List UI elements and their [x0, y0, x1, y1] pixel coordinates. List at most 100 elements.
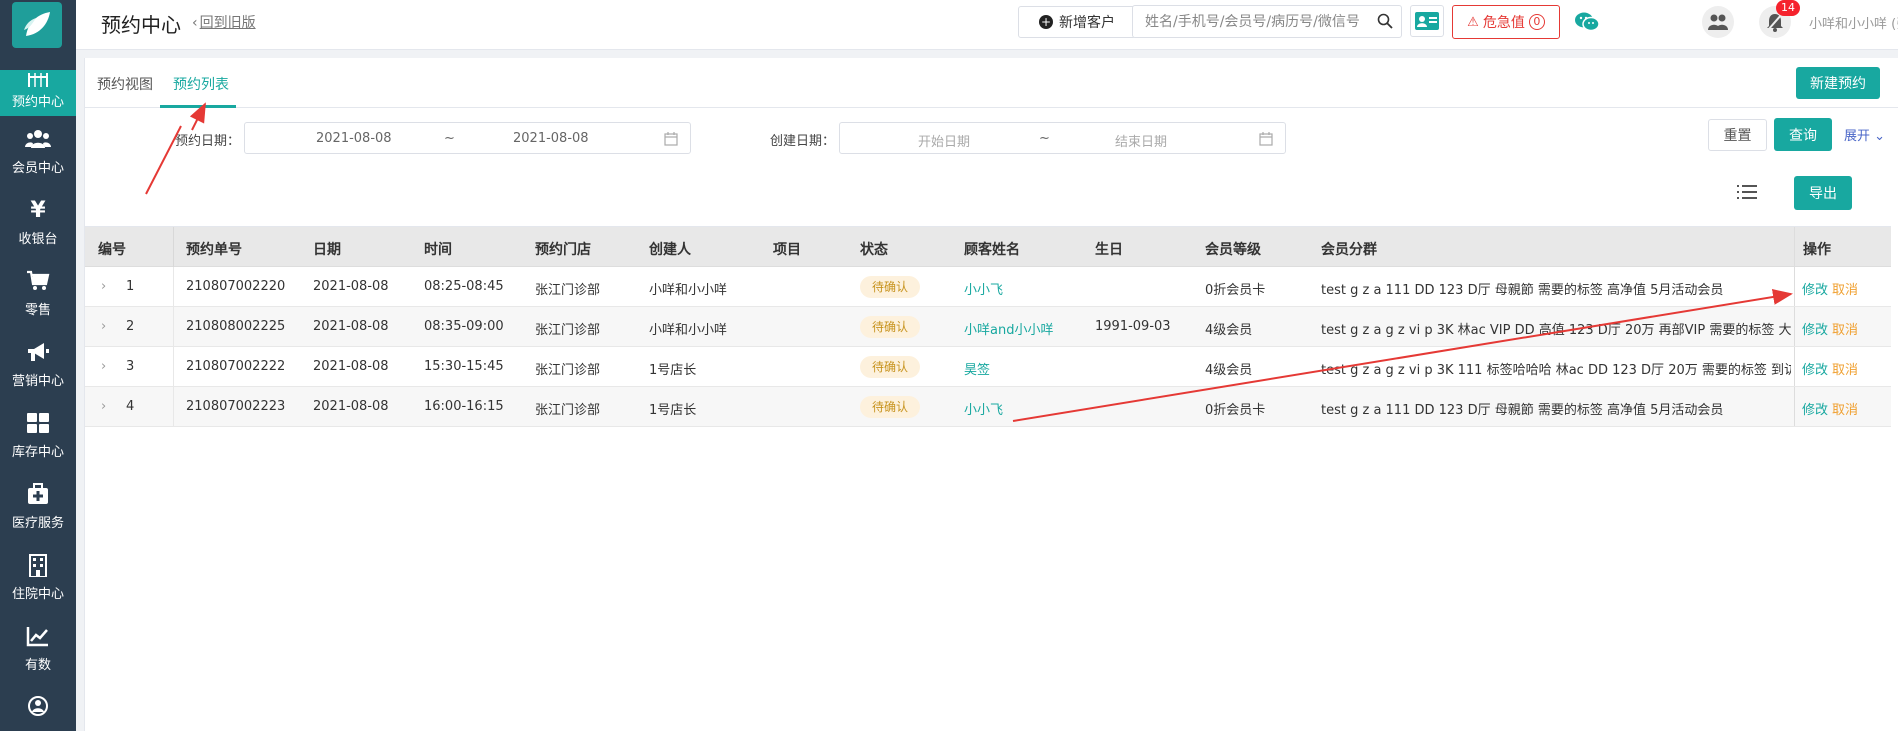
cancel-link[interactable]: 取消: [1832, 399, 1858, 418]
sidebar-item-appointment[interactable]: 预约中心: [0, 70, 76, 116]
cell-date: 2021-08-08: [313, 359, 389, 374]
column-divider: [173, 227, 174, 267]
customer-name-link[interactable]: 小小飞: [964, 279, 1003, 298]
cell-date: 2021-08-08: [313, 399, 389, 414]
chart-icon: [25, 624, 51, 648]
cell-store: 张江门诊部: [535, 323, 601, 338]
column-settings-icon[interactable]: [1737, 184, 1757, 204]
sidebar-item-marketing[interactable]: 营销中心: [0, 329, 76, 400]
back-to-old-version-link[interactable]: ‹ 回到旧版: [192, 12, 256, 32]
create-date-label: 创建日期：: [770, 134, 836, 149]
create-date-range[interactable]: 开始日期 ~ 结束日期: [839, 122, 1286, 154]
cell-order-no: 210807002223: [186, 399, 286, 414]
cell-time: 16:00-16:15: [424, 399, 504, 414]
sidebar-item-members[interactable]: 会员中心: [0, 116, 76, 187]
appointment-date-range[interactable]: 2021-08-08 ~ 2021-08-08: [244, 122, 691, 154]
col-header-date: 日期: [313, 242, 341, 258]
sidebar-item-inventory[interactable]: 库存中心: [0, 400, 76, 471]
cancel-link[interactable]: 取消: [1832, 359, 1858, 378]
cell-no: 1: [126, 279, 135, 294]
appointment-date-end[interactable]: 2021-08-08: [513, 131, 589, 146]
sidebar-item-label: 医疗服务: [11, 516, 64, 531]
cell-creator: 小咩和小小咩: [649, 323, 728, 338]
add-customer-button[interactable]: + 新增客户: [1018, 6, 1136, 38]
cell-order-no: 210807002222: [186, 359, 286, 374]
user-menu[interactable]: 小咩和小小咩 (张江门诊部): [1809, 13, 1898, 32]
top-header: 预约中心 ‹回到旧版 + 新增客户 ⚠ 危急值 0 14 小咩和小小咩 (张江门…: [76, 0, 1898, 50]
expand-row-icon[interactable]: ›: [101, 319, 106, 334]
table-row[interactable]: › 1 210807002220 2021-08-08 08:25-08:45 …: [85, 267, 1891, 307]
calendar-icon: [664, 132, 678, 150]
table-row[interactable]: › 3 210807002222 2021-08-08 15:30-15:45 …: [85, 347, 1891, 387]
cancel-link[interactable]: 取消: [1832, 279, 1858, 298]
expand-row-icon[interactable]: ›: [101, 279, 106, 294]
appointment-table: 编号 预约单号 日期 时间 预约门店 创建人 项目 状态 顾客姓名 生日 会员等…: [85, 226, 1891, 427]
edit-link[interactable]: 修改: [1802, 359, 1828, 378]
cell-creator: 1号店长: [649, 363, 697, 378]
cart-icon: [25, 269, 51, 293]
chevron-down-icon: ⌄: [1874, 129, 1886, 144]
new-appointment-button[interactable]: 新建预约: [1796, 67, 1880, 99]
users-icon: [25, 127, 51, 151]
export-button[interactable]: 导出: [1794, 176, 1852, 210]
status-badge: 待确认: [860, 276, 920, 298]
search-icon[interactable]: [1377, 13, 1393, 33]
status-badge: 待确认: [860, 316, 920, 338]
team-icon[interactable]: [1702, 6, 1734, 38]
cell-creator: 1号店长: [649, 403, 697, 418]
chevron-left-icon: ‹: [192, 15, 198, 31]
column-divider: [173, 387, 174, 427]
expand-row-icon[interactable]: ›: [101, 359, 106, 374]
expand-row-icon[interactable]: ›: [101, 399, 106, 414]
customer-name-link[interactable]: 小咩and小小咩: [964, 319, 1053, 338]
reset-button[interactable]: 重置: [1708, 119, 1767, 151]
table-row[interactable]: › 4 210807002223 2021-08-08 16:00-16:15 …: [85, 387, 1891, 427]
table-row[interactable]: › 2 210808002225 2021-08-08 08:35-09:00 …: [85, 307, 1891, 347]
tab-appointment-list[interactable]: 预约列表: [173, 74, 229, 94]
col-header-no: 编号: [98, 242, 126, 258]
building-icon: [25, 553, 51, 577]
cancel-link[interactable]: 取消: [1832, 319, 1858, 338]
status-badge: 待确认: [860, 356, 920, 378]
sidebar-nav: 预约中心 会员中心 ¥ 收银台 零售 营销中心 库存中心 医疗服务 住院中心 有…: [0, 70, 76, 724]
sidebar-item-more[interactable]: [0, 684, 76, 724]
cell-group: test g z a g z vi p 3K 111 标签哈哈哈 林ac DD …: [1321, 363, 1791, 378]
sidebar-item-retail[interactable]: 零售: [0, 258, 76, 329]
appointment-date-start[interactable]: 2021-08-08: [316, 131, 392, 146]
edit-link[interactable]: 修改: [1802, 279, 1828, 298]
customer-name-link[interactable]: 昊签: [964, 359, 990, 378]
sidebar-item-cashier[interactable]: ¥ 收银台: [0, 187, 76, 258]
query-button[interactable]: 查询: [1774, 118, 1832, 151]
logo-icon[interactable]: [12, 2, 62, 48]
edit-link[interactable]: 修改: [1802, 319, 1828, 338]
sidebar-item-analytics[interactable]: 有数: [0, 613, 76, 684]
customer-name-link[interactable]: 小小飞: [964, 399, 1003, 418]
column-divider: [173, 267, 174, 307]
sidebar-item-inpatient[interactable]: 住院中心: [0, 542, 76, 613]
tab-bar: 预约视图 预约列表 新建预约: [85, 58, 1898, 108]
sidebar-item-label: 库存中心: [11, 445, 64, 460]
cell-order-no: 210808002225: [186, 319, 286, 334]
member-card-icon[interactable]: [1410, 5, 1444, 37]
search-box: [1132, 5, 1402, 38]
calendar-icon: [1259, 132, 1273, 150]
edit-link[interactable]: 修改: [1802, 399, 1828, 418]
expand-filters-link[interactable]: 展开 ⌄: [1844, 125, 1885, 144]
sidebar-item-medical[interactable]: 医疗服务: [0, 471, 76, 542]
col-header-birthday: 生日: [1095, 242, 1123, 258]
range-separator: ~: [444, 131, 455, 146]
warning-icon: ⚠: [1467, 14, 1479, 30]
plus-circle-icon: +: [1039, 15, 1053, 29]
create-date-end[interactable]: 结束日期: [1115, 131, 1167, 150]
critical-value-button[interactable]: ⚠ 危急值 0: [1452, 5, 1560, 39]
cell-date: 2021-08-08: [313, 279, 389, 294]
wechat-icon[interactable]: [1572, 7, 1602, 37]
search-input[interactable]: [1133, 6, 1363, 37]
col-header-customer: 顾客姓名: [964, 242, 1020, 258]
cell-level: 0折会员卡: [1205, 403, 1266, 418]
tab-appointment-view[interactable]: 预约视图: [97, 74, 153, 94]
create-date-start[interactable]: 开始日期: [918, 131, 970, 150]
medkit-icon: [25, 482, 51, 506]
sidebar-item-label: 住院中心: [11, 587, 64, 602]
cell-store: 张江门诊部: [535, 363, 601, 378]
